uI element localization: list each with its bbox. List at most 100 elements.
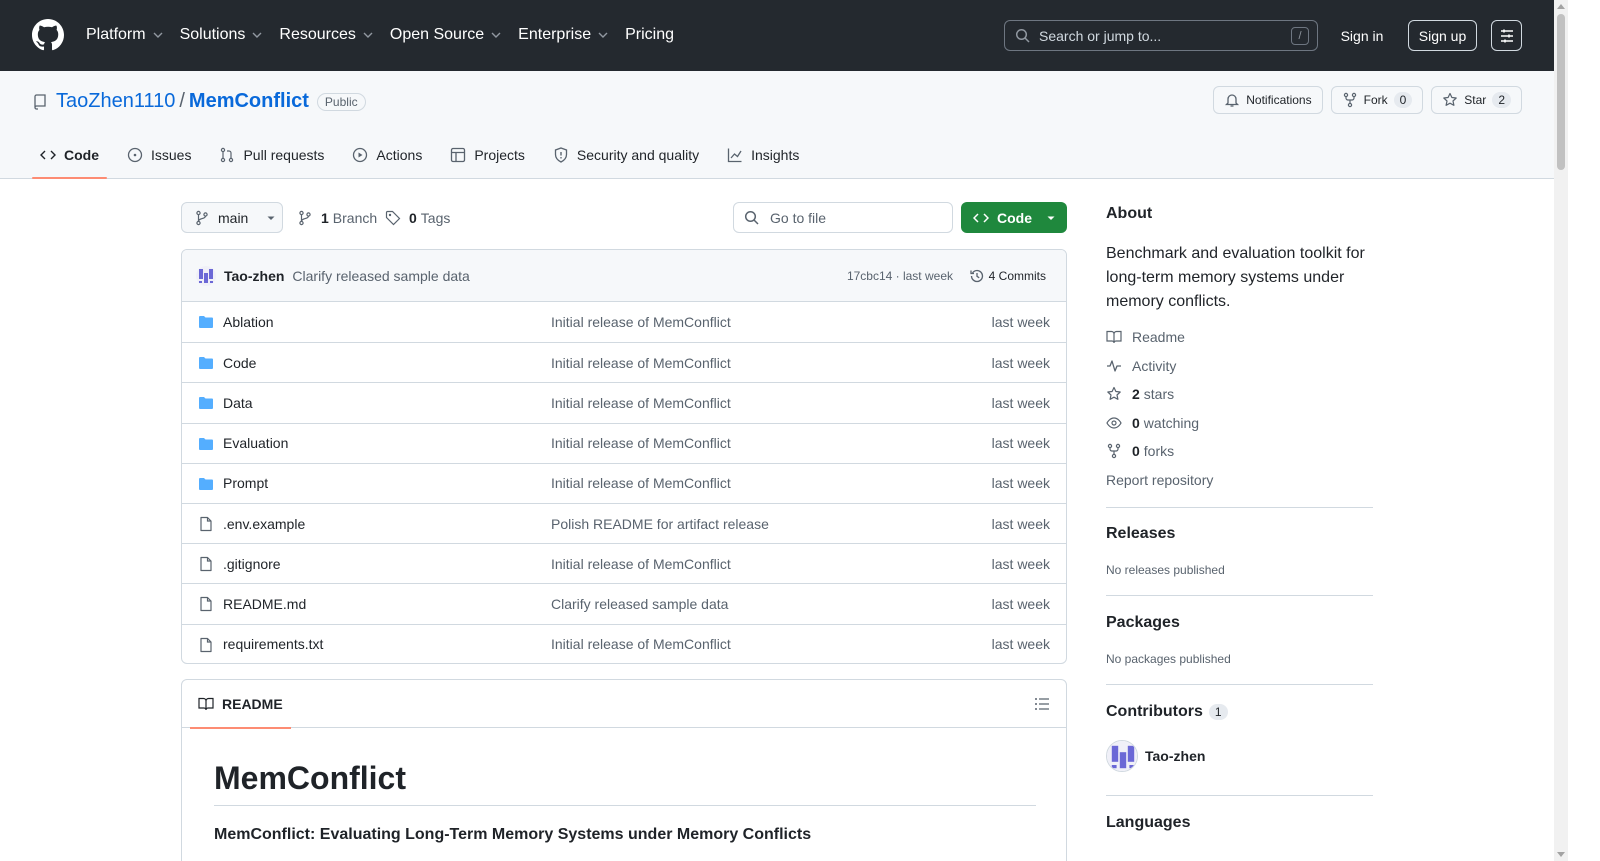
watchers-link[interactable]: 0 watching: [1106, 415, 1199, 431]
nav-open-source[interactable]: Open Source: [390, 24, 502, 46]
file-row[interactable]: Prompt Initial release of MemConflict last…: [182, 462, 1066, 503]
tab-actions[interactable]: Actions: [344, 135, 430, 175]
star-button[interactable]: Star 2: [1431, 86, 1522, 114]
file-commit-message-link[interactable]: Initial release of MemConflict: [551, 556, 731, 572]
branch-name: main: [218, 209, 249, 226]
file-name-link[interactable]: requirements.txt: [223, 636, 323, 652]
file-row[interactable]: requirements.txt Initial release of MemCo…: [182, 623, 1066, 664]
fork-icon: [1343, 92, 1356, 108]
file-commit-message-link[interactable]: Polish README for artifact release: [551, 516, 769, 532]
file-row[interactable]: Code Initial release of MemConflict last w…: [182, 342, 1066, 382]
repo-path-separator: /: [179, 90, 185, 112]
file-commit-message-link[interactable]: Initial release of MemConflict: [551, 435, 731, 451]
file-name-link[interactable]: Code: [223, 355, 256, 371]
go-to-file-input[interactable]: Go to file: [733, 202, 953, 233]
tab-code[interactable]: Code: [32, 135, 107, 179]
settings-menu-button[interactable]: [1491, 20, 1522, 51]
activity-link[interactable]: Activity: [1106, 358, 1176, 374]
file-name-link[interactable]: .env.example: [223, 516, 305, 532]
fork-button[interactable]: Fork 0: [1330, 86, 1424, 114]
file-row[interactable]: .gitignore Initial release of MemConflict…: [182, 543, 1066, 583]
file-commit-message-link[interactable]: Initial release of MemConflict: [551, 314, 731, 330]
file-icon: [198, 516, 214, 532]
tab-insights[interactable]: Insights: [719, 135, 807, 175]
sign-up-button[interactable]: Sign up: [1408, 20, 1477, 51]
scroll-down-arrow-icon[interactable]: [1557, 852, 1565, 857]
tab-code-label: Code: [64, 147, 99, 163]
file-commit-message-link[interactable]: Initial release of MemConflict: [551, 475, 731, 491]
releases-heading[interactable]: Releases: [1106, 525, 1175, 543]
chevron-down-icon: [598, 32, 608, 38]
report-repository-link[interactable]: Report repository: [1106, 472, 1213, 488]
file-row[interactable]: Evaluation Initial release of MemConflict…: [182, 422, 1066, 463]
branches-link[interactable]: 1 Branch: [297, 202, 377, 233]
contributor-item[interactable]: Tao-zhen: [1106, 740, 1205, 772]
folder-icon: [198, 314, 214, 330]
history-icon: [970, 269, 983, 282]
commit-sha-time[interactable]: 17cbc14 · last week: [847, 269, 953, 283]
nav-pricing[interactable]: Pricing: [625, 24, 674, 46]
author-avatar[interactable]: [196, 265, 216, 286]
readme-link[interactable]: Readme: [1106, 329, 1185, 345]
file-commit-date: last week: [991, 555, 1050, 572]
file-name-link[interactable]: Evaluation: [223, 435, 288, 451]
file-icon: [198, 556, 214, 572]
global-search-input[interactable]: Search or jump to... /: [1004, 20, 1318, 51]
contributor-name: Tao-zhen: [1145, 748, 1206, 764]
file-commit-message-link[interactable]: Initial release of MemConflict: [551, 395, 731, 411]
nav-solutions-label: Solutions: [179, 26, 246, 43]
tab-issues[interactable]: Issues: [119, 135, 199, 175]
nav-solutions[interactable]: Solutions: [180, 24, 264, 46]
branch-selector[interactable]: main: [181, 202, 283, 233]
stars-link[interactable]: 2 stars: [1106, 386, 1174, 402]
file-row[interactable]: .env.example Polish README for artifact r…: [182, 502, 1066, 543]
contributor-avatar[interactable]: [1106, 740, 1138, 772]
file-row[interactable]: README.md Clarify released sample data las…: [182, 583, 1066, 623]
nav-resources[interactable]: Resources: [279, 24, 373, 46]
file-row[interactable]: Data Initial release of MemConflict last w…: [182, 382, 1066, 422]
nav-enterprise[interactable]: Enterprise: [518, 24, 609, 46]
list-unordered-icon[interactable]: [1034, 696, 1050, 712]
sign-in-link[interactable]: Sign in: [1330, 20, 1394, 51]
scroll-up-arrow-icon[interactable]: [1557, 4, 1565, 9]
folder-icon: [198, 476, 214, 492]
notifications-button[interactable]: Notifications: [1213, 86, 1323, 114]
commit-message-link[interactable]: Clarify released sample data: [292, 268, 469, 284]
commits-history-link[interactable]: 4 Commits: [969, 268, 1046, 284]
page-scrollbar[interactable]: [1554, 0, 1568, 861]
file-name-link[interactable]: README.md: [223, 596, 306, 612]
file-commit-message-link[interactable]: Initial release of MemConflict: [551, 636, 731, 652]
chevron-down-icon: [252, 32, 262, 38]
github-logo-icon[interactable]: [32, 19, 64, 51]
tab-projects[interactable]: Projects: [442, 135, 533, 175]
search-shortcut-key: /: [1291, 27, 1309, 45]
contributors-heading[interactable]: Contributors 1: [1106, 703, 1228, 721]
file-commit-message-link[interactable]: Clarify released sample data: [551, 596, 728, 612]
scrollbar-thumb[interactable]: [1557, 14, 1565, 170]
nav-platform[interactable]: Platform: [86, 24, 164, 46]
file-commit-message-link[interactable]: Initial release of MemConflict: [551, 355, 731, 371]
file-list: Ablation Initial release of MemConflict la…: [182, 302, 1066, 664]
file-name-link[interactable]: Ablation: [223, 314, 274, 330]
tab-pull-requests[interactable]: Pull requests: [211, 135, 332, 175]
file-commit-date: last week: [991, 354, 1050, 371]
code-dropdown-button[interactable]: Code: [961, 202, 1067, 233]
forks-link[interactable]: 0 forks: [1106, 443, 1174, 459]
repo-name-link[interactable]: MemConflict: [189, 90, 309, 113]
file-name-link[interactable]: Prompt: [223, 475, 268, 491]
nav-resources-label: Resources: [279, 26, 356, 43]
commit-author-link[interactable]: Tao-zhen: [224, 268, 284, 284]
about-heading: About: [1106, 205, 1153, 222]
tab-insights-label: Insights: [751, 147, 800, 163]
file-row[interactable]: Ablation Initial release of MemConflict la…: [182, 302, 1066, 342]
repo-owner-link[interactable]: TaoZhen1110: [56, 90, 175, 113]
tab-security[interactable]: Security and quality: [545, 135, 707, 175]
readme-tab[interactable]: README: [190, 680, 291, 729]
file-name-link[interactable]: .gitignore: [223, 556, 281, 572]
file-name-link[interactable]: Data: [223, 395, 253, 411]
forks-count: 0: [1132, 443, 1140, 459]
packages-heading[interactable]: Packages: [1106, 614, 1180, 632]
tags-link[interactable]: 0 Tags: [385, 202, 450, 233]
table-icon: [451, 147, 466, 163]
readme-tab-label: README: [222, 696, 283, 712]
